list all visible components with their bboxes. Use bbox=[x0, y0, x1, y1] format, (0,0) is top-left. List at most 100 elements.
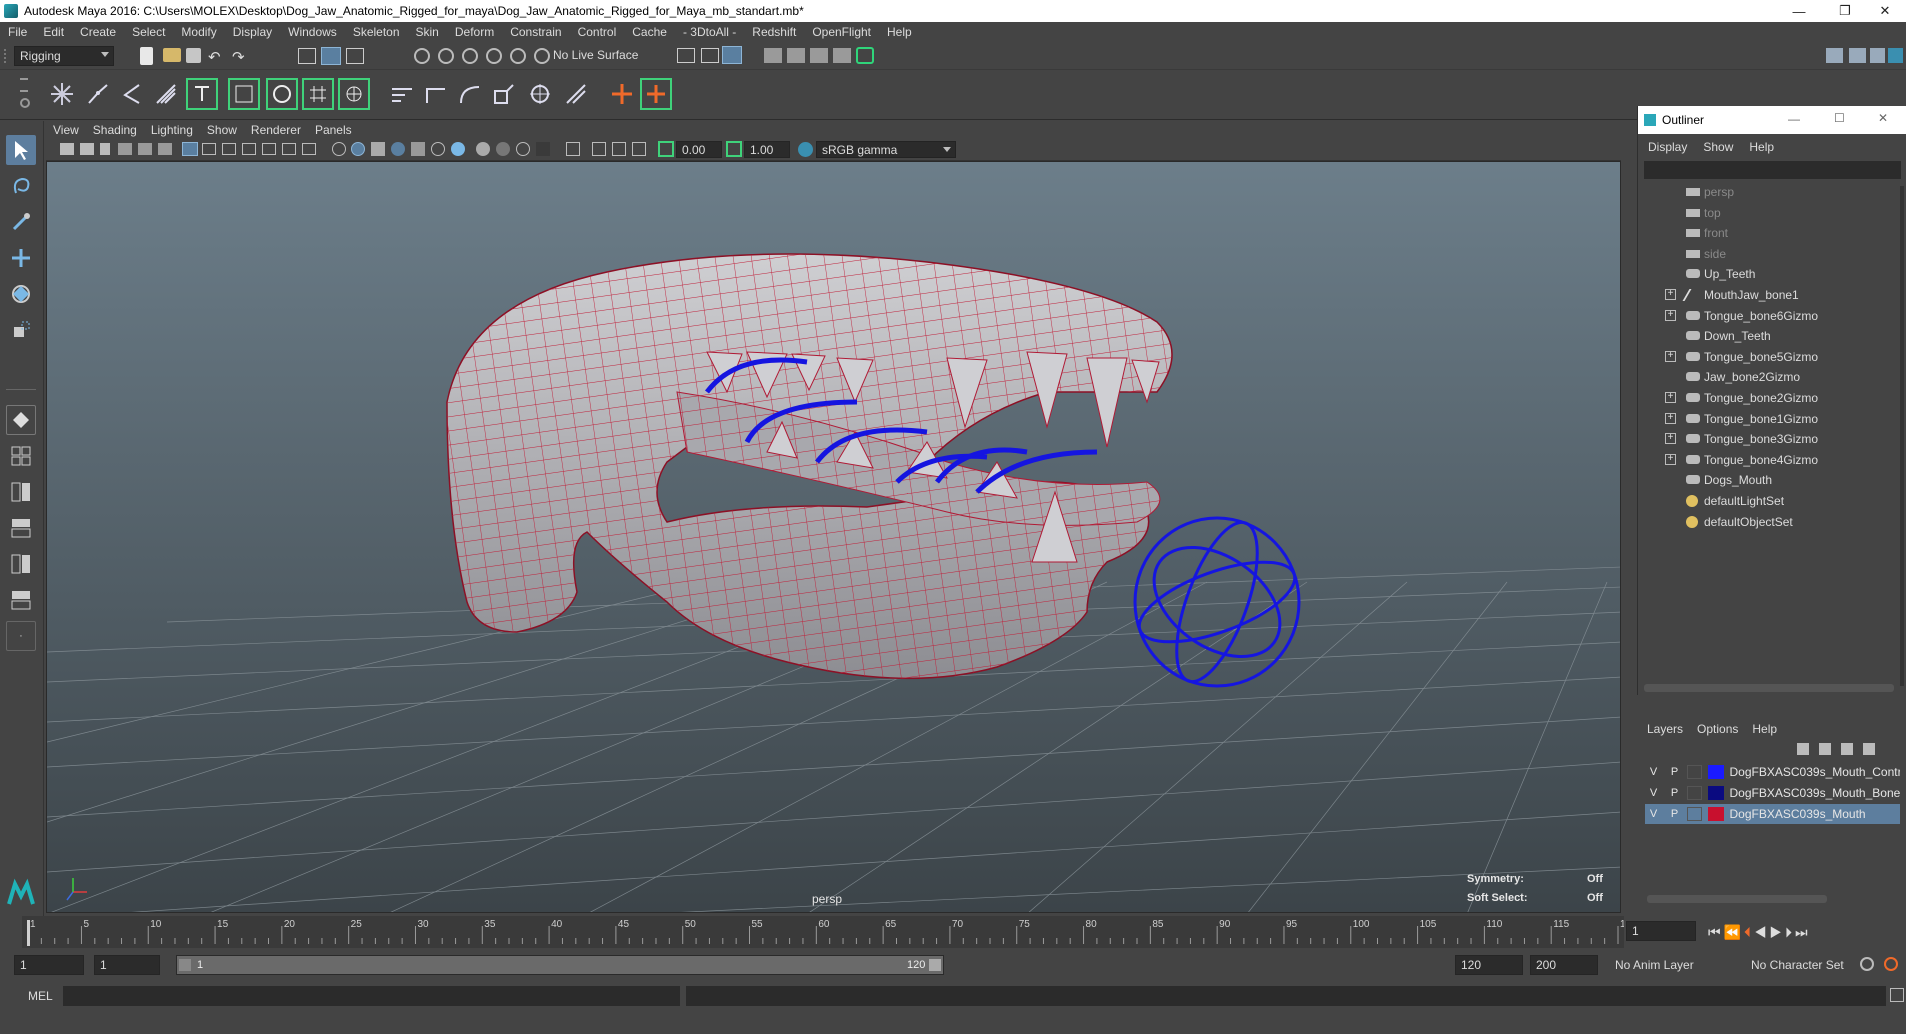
layer-visibility-toggle[interactable]: V bbox=[1645, 785, 1662, 801]
outliner-item[interactable]: side bbox=[1638, 244, 1903, 264]
outliner-minimize-button[interactable]: — bbox=[1788, 112, 1800, 126]
field-chart-icon[interactable] bbox=[262, 143, 276, 155]
new-layer-icon[interactable] bbox=[1841, 743, 1853, 755]
expand-icon[interactable]: + bbox=[1665, 309, 1676, 321]
redo-icon[interactable]: ↷ bbox=[232, 48, 245, 66]
outliner-item[interactable]: defaultObjectSet bbox=[1638, 512, 1903, 532]
move-tool-icon[interactable] bbox=[6, 243, 36, 273]
tool-settings-icon[interactable] bbox=[1870, 48, 1885, 63]
pole-vector-icon[interactable] bbox=[560, 78, 592, 110]
paint-select-icon[interactable] bbox=[6, 207, 36, 237]
ipr-render-icon[interactable] bbox=[787, 48, 805, 63]
scale-constraint-icon[interactable] bbox=[488, 78, 520, 110]
film-gate-icon[interactable] bbox=[202, 143, 216, 155]
use-all-lights-icon[interactable] bbox=[431, 142, 445, 156]
range-slider[interactable]: 1 120 bbox=[176, 955, 944, 975]
outliner-menu-display[interactable]: Display bbox=[1648, 140, 1687, 154]
expand-icon[interactable]: + bbox=[1665, 433, 1676, 445]
hypershade-icon[interactable] bbox=[833, 48, 851, 63]
expand-icon[interactable]: + bbox=[1665, 350, 1676, 362]
layer-visibility-toggle[interactable]: V bbox=[1645, 764, 1662, 780]
parent-constraint-icon[interactable] bbox=[386, 78, 418, 110]
nonlinear-icon[interactable] bbox=[266, 78, 298, 110]
layer-playback-toggle[interactable]: P bbox=[1666, 785, 1683, 801]
playback-start-field[interactable]: 1 bbox=[94, 955, 160, 975]
menu-select[interactable]: Select bbox=[124, 25, 173, 39]
expand-icon[interactable]: + bbox=[1665, 453, 1676, 465]
screen-space-ao-icon[interactable] bbox=[476, 142, 490, 156]
two-pane-layout-icon[interactable] bbox=[6, 477, 36, 507]
exposure-icon[interactable] bbox=[658, 141, 674, 157]
skin-bind-icon[interactable] bbox=[150, 78, 182, 110]
gamma-icon[interactable] bbox=[726, 141, 742, 157]
safe-action-icon[interactable] bbox=[282, 143, 296, 155]
outliner-hscroll[interactable] bbox=[1644, 684, 1894, 692]
snap-surface-icon[interactable] bbox=[510, 48, 526, 64]
panel-menu-renderer[interactable]: Renderer bbox=[244, 123, 308, 137]
outliner-item[interactable]: Jaw_bone2Gizmo bbox=[1638, 367, 1903, 387]
menu-file[interactable]: File bbox=[0, 25, 35, 39]
panel-menu-show[interactable]: Show bbox=[200, 123, 244, 137]
xray-icon[interactable] bbox=[592, 142, 606, 156]
joint-tool-icon[interactable] bbox=[46, 78, 78, 110]
menu-modify[interactable]: Modify bbox=[173, 25, 224, 39]
menu-skin[interactable]: Skin bbox=[408, 25, 447, 39]
time-ruler[interactable]: 1 5 10 15 20 25 30 35 40 45 50 55 60 65 70 75 80 85 90 95 10… bbox=[22, 916, 1637, 948]
open-scene-icon[interactable] bbox=[163, 48, 181, 62]
safe-title-icon[interactable] bbox=[302, 143, 316, 155]
outliner-vscroll[interactable] bbox=[1900, 186, 1904, 686]
outliner-item[interactable]: + Tongue_bone5Gizmo bbox=[1638, 347, 1903, 367]
paint-weights-icon[interactable] bbox=[186, 78, 218, 110]
grease-pencil-icon[interactable] bbox=[158, 143, 172, 155]
xray-joints-icon[interactable] bbox=[612, 142, 626, 156]
lattice-icon[interactable] bbox=[302, 78, 334, 110]
shelf-tabs-icon[interactable] bbox=[20, 78, 28, 92]
snap-point-icon[interactable] bbox=[462, 48, 478, 64]
menu-windows[interactable]: Windows bbox=[280, 25, 345, 39]
layer-row[interactable]: VP DogFBXASC039s_Mouth_Controllers bbox=[1645, 762, 1900, 782]
ik-handle-icon[interactable] bbox=[82, 78, 114, 110]
outliner-item[interactable]: + MouthJaw_bone1 bbox=[1638, 285, 1903, 305]
range-start-handle[interactable] bbox=[179, 959, 191, 971]
layer-playback-toggle[interactable]: P bbox=[1666, 806, 1683, 822]
outliner-item[interactable]: Up_Teeth bbox=[1638, 264, 1903, 284]
layer-row[interactable]: V P DogFBXASC039s_Mouth bbox=[1645, 804, 1900, 824]
cluster-icon[interactable] bbox=[228, 78, 260, 110]
camera-select-icon[interactable] bbox=[60, 143, 74, 155]
menu-skeleton[interactable]: Skeleton bbox=[345, 25, 408, 39]
panel-menu-shading[interactable]: Shading bbox=[86, 123, 144, 137]
script-mode-label[interactable]: MEL bbox=[28, 989, 53, 1003]
gate-mask-icon[interactable] bbox=[242, 143, 256, 155]
isolate-select-icon[interactable] bbox=[566, 142, 580, 156]
attribute-editor-icon[interactable] bbox=[1849, 48, 1866, 63]
layer-row[interactable]: V P DogFBXASC039s_Mouth_Bones bbox=[1645, 783, 1900, 803]
outliner-item[interactable]: top bbox=[1638, 203, 1903, 223]
step-back-icon[interactable]: ⏪ bbox=[1724, 924, 1744, 940]
step-forward-key-icon[interactable]: ⏵ bbox=[1785, 924, 1795, 940]
current-time-marker[interactable] bbox=[27, 920, 30, 946]
xray-components-icon[interactable] bbox=[632, 142, 646, 156]
last-tool-icon[interactable] bbox=[6, 405, 36, 435]
panel-menu-view[interactable]: View bbox=[46, 123, 86, 137]
save-scene-icon[interactable] bbox=[186, 48, 201, 63]
channel-box-icon[interactable] bbox=[1888, 48, 1903, 63]
color-management-icon[interactable] bbox=[798, 142, 813, 157]
layer-menu-help[interactable]: Help bbox=[1752, 722, 1777, 736]
gamma-field[interactable]: 1.00 bbox=[744, 141, 790, 158]
orient-constraint-icon[interactable] bbox=[454, 78, 486, 110]
viewport-scene[interactable] bbox=[47, 162, 1621, 913]
layer-menu-options[interactable]: Options bbox=[1697, 722, 1738, 736]
outliner-item[interactable]: Down_Teeth bbox=[1638, 326, 1903, 346]
rotate-tool-icon[interactable] bbox=[6, 279, 36, 309]
expand-icon[interactable]: + bbox=[1665, 289, 1676, 300]
new-scene-icon[interactable] bbox=[140, 47, 153, 65]
step-back-key-icon[interactable]: ⏴ bbox=[1744, 924, 1754, 940]
2d-pan-zoom-icon[interactable] bbox=[138, 143, 152, 155]
point-constraint-icon[interactable] bbox=[420, 78, 452, 110]
wireframe-icon[interactable] bbox=[332, 142, 346, 156]
four-view-layout-icon[interactable] bbox=[6, 441, 36, 471]
new-layer-selected-icon[interactable] bbox=[1863, 743, 1875, 755]
grid-toggle-icon[interactable] bbox=[182, 142, 198, 156]
lasso-tool-icon[interactable] bbox=[6, 171, 36, 201]
layer-playback-toggle[interactable]: P bbox=[1666, 764, 1683, 780]
